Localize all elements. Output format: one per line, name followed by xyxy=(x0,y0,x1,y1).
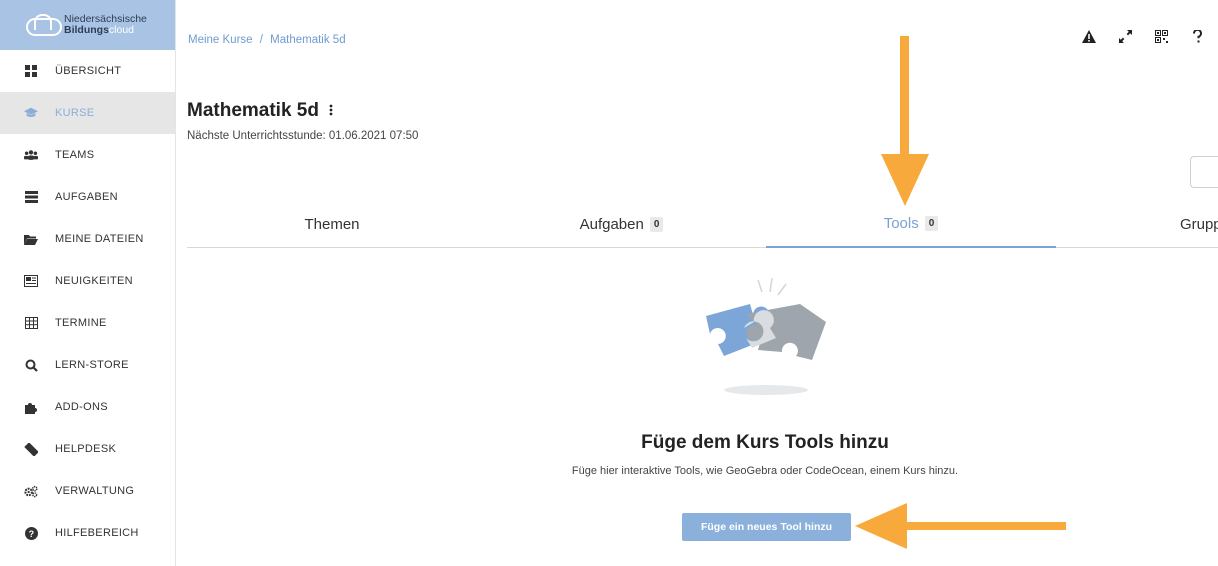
calendar-icon xyxy=(24,316,38,330)
breadcrumb-separator: / xyxy=(259,34,263,46)
sidebar-item-label: HELPDESK xyxy=(55,443,117,455)
sidebar-item-termine[interactable]: TERMINE xyxy=(0,302,175,344)
sidebar-item-label: TERMINE xyxy=(55,317,107,329)
ticket-icon xyxy=(24,442,38,456)
top-bar: Meine Kurse / Mathematik 5d xyxy=(176,0,1218,80)
tab-aufgaben[interactable]: Aufgaben 0 xyxy=(477,200,766,248)
sidebar-item-kurse[interactable]: KURSE xyxy=(0,92,175,134)
graduation-cap-icon xyxy=(24,106,38,120)
tab-themen[interactable]: Themen xyxy=(187,200,477,248)
next-lesson-info: Nächste Unterrichtsstunde: 01.06.2021 07… xyxy=(187,130,419,142)
sidebar-item-neuigkeiten[interactable]: NEUIGKEITEN xyxy=(0,260,175,302)
top-icon-bar xyxy=(1082,28,1204,46)
qr-code-icon[interactable] xyxy=(1154,30,1168,46)
tasks-icon xyxy=(24,190,38,204)
sidebar-item-add-ons[interactable]: ADD-ONS xyxy=(0,386,175,428)
svg-text:?: ? xyxy=(28,529,34,539)
grid-icon xyxy=(24,64,38,78)
sidebar-item-label: LERN-STORE xyxy=(55,359,129,371)
sidebar-item-hilfebereich[interactable]: ? HILFEBEREICH xyxy=(0,512,175,554)
sidebar-item-meine-dateien[interactable]: MEINE DATEIEN xyxy=(0,218,175,260)
search-icon xyxy=(24,358,38,372)
sidebar-item-label: MEINE DATEIEN xyxy=(55,233,144,245)
add-new-tool-button[interactable]: Füge ein neues Tool hinzu xyxy=(682,513,851,541)
question-circle-icon: ? xyxy=(24,526,38,540)
sidebar-item-label: AUFGABEN xyxy=(55,191,118,203)
fullscreen-icon[interactable] xyxy=(1118,30,1132,46)
annotation-arrow-left-icon xyxy=(855,503,1066,549)
warning-icon[interactable] xyxy=(1082,30,1096,46)
sidebar-item-uebersicht[interactable]: ÜBERSICHT xyxy=(0,50,175,92)
tab-label: Aufgaben xyxy=(579,215,644,233)
tab-label: Gruppe xyxy=(1179,215,1218,233)
kebab-menu-icon[interactable] xyxy=(329,103,333,120)
tab-count-badge: 0 xyxy=(924,215,939,231)
sidebar-item-label: TEAMS xyxy=(55,149,95,161)
tab-label: Tools xyxy=(883,214,919,232)
course-title-row: Mathematik 5d xyxy=(187,100,333,122)
sidebar-item-label: HILFEBEREICH xyxy=(55,527,139,539)
folder-icon xyxy=(24,232,38,246)
breadcrumb-current-course[interactable]: Mathematik 5d xyxy=(270,34,345,46)
sidebar-item-lern-store[interactable]: LERN-STORE xyxy=(0,344,175,386)
right-edge-button[interactable] xyxy=(1190,156,1218,188)
sidebar-item-verwaltung[interactable]: VERWALTUNG xyxy=(0,470,175,512)
brand-logo[interactable]: Niedersächsische Bildungscloud xyxy=(0,0,175,50)
tab-count-badge: 0 xyxy=(649,216,664,232)
help-icon[interactable] xyxy=(1190,28,1204,46)
puzzle-icon xyxy=(24,400,38,414)
breadcrumb: Meine Kurse / Mathematik 5d xyxy=(188,34,346,46)
breadcrumb-meine-kurse[interactable]: Meine Kurse xyxy=(188,34,253,46)
empty-state-description: Füge hier interaktive Tools, wie GeoGebr… xyxy=(571,465,959,477)
course-tabs: Themen Aufgaben 0 Tools 0 Gruppe xyxy=(187,200,1218,248)
sidebar-nav: ÜBERSICHT KURSE TEAMS AUFGABEN MEINE DAT… xyxy=(0,50,175,554)
cloud-logo-icon xyxy=(26,14,62,36)
newspaper-icon xyxy=(24,274,38,288)
sidebar-item-helpdesk[interactable]: HELPDESK xyxy=(0,428,175,470)
annotation-arrow-down-icon xyxy=(881,36,929,206)
brand-line2-bold: Bildungs xyxy=(64,24,109,36)
sidebar-item-aufgaben[interactable]: AUFGABEN xyxy=(0,176,175,218)
sidebar-item-label: KURSE xyxy=(55,107,95,119)
empty-state-title: Füge dem Kurs Tools hinzu xyxy=(641,432,889,453)
sidebar: Niedersächsische Bildungscloud ÜBERSICHT… xyxy=(0,0,176,566)
cogs-icon xyxy=(24,484,38,498)
sidebar-item-label: ÜBERSICHT xyxy=(55,65,122,77)
sidebar-item-label: ADD-ONS xyxy=(55,401,108,413)
sidebar-item-label: NEUIGKEITEN xyxy=(55,275,133,287)
tab-gruppen[interactable]: Gruppe xyxy=(1056,200,1218,248)
users-icon xyxy=(24,148,38,162)
tab-label: Themen xyxy=(304,215,360,233)
sidebar-item-teams[interactable]: TEAMS xyxy=(0,134,175,176)
sidebar-item-label: VERWALTUNG xyxy=(55,485,135,497)
brand-line2-light: cloud xyxy=(108,24,135,36)
page-title: Mathematik 5d xyxy=(187,100,319,121)
puzzle-illustration xyxy=(700,277,830,400)
